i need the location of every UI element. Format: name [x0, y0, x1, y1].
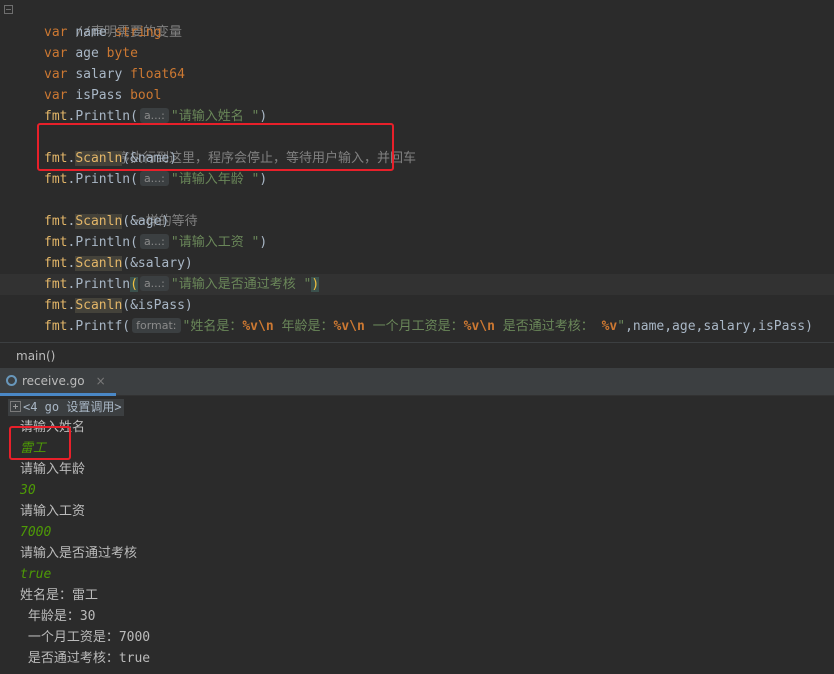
string-literal: " [617, 319, 626, 334]
run-tab[interactable]: receive.go × [0, 368, 116, 396]
keyword: var [44, 46, 68, 61]
code-line[interactable]: fmt.Println(a...: "请输入工资 ") [44, 232, 267, 253]
parameter-hint: a...: [139, 276, 169, 291]
code-editor[interactable]: //声明需要的变量 var name string var age byte v… [0, 0, 834, 342]
format-verb: %v\n [463, 319, 495, 334]
package-name: fmt [44, 277, 68, 292]
package-name: fmt [44, 298, 68, 313]
code-line[interactable]: fmt.Printf(format: "姓名是：%v\n 年龄是：%v\n 一个月… [44, 316, 813, 337]
identifier: name [75, 25, 107, 40]
function-name: Println [75, 277, 131, 292]
string-literal: "请输入是否通过考核 " [170, 277, 312, 292]
keyword: var [44, 88, 68, 103]
highlight-box [9, 426, 71, 460]
code-line-current[interactable]: fmt.Println(a...: "请输入是否通过考核 ") [0, 274, 834, 295]
highlight-box [37, 123, 394, 171]
string-literal: 年龄是： [273, 319, 334, 334]
console-input-line: 7000 [20, 525, 52, 540]
string-literal: 是否通过考核： [494, 319, 602, 334]
run-tab-bar: receive.go × [0, 368, 834, 396]
go-file-icon [6, 375, 17, 386]
package-name: fmt [44, 319, 68, 334]
type-name: string [114, 25, 162, 40]
console-output-line: 是否通过考核：true [20, 651, 151, 666]
code-line[interactable]: //声明需要的变量 [44, 1, 182, 40]
process-command[interactable]: <4 go 设置调用> [8, 399, 124, 416]
string-literal: 一个月工资是： [364, 319, 464, 334]
call-args: (&isPass) [122, 298, 193, 313]
code-line[interactable]: //类似 一样的等待 [44, 190, 197, 229]
console-input-line: 30 [20, 483, 36, 498]
code-line[interactable]: var age byte [44, 43, 138, 64]
code-line[interactable]: fmt.Scanln(&isPass) [44, 295, 193, 316]
parameter-hint: a...: [139, 108, 169, 123]
breadcrumb[interactable]: main() [0, 342, 834, 368]
close-paren: ) [311, 277, 320, 292]
fold-marker-icon[interactable] [4, 5, 13, 14]
run-tab-label: receive.go [22, 373, 85, 388]
function-name: Scanln [75, 256, 123, 271]
function-name: Printf [75, 319, 123, 334]
close-paren: ) [259, 109, 268, 124]
package-name: fmt [44, 235, 68, 250]
package-name: fmt [44, 109, 68, 124]
process-label: <4 go 设置调用> [23, 400, 122, 414]
console-output-line: 姓名是：雷工 [20, 588, 99, 603]
console-input-line: true [20, 567, 52, 582]
console-output-line: 请输入是否通过考核 [20, 546, 138, 561]
identifier: age [75, 46, 99, 61]
code-line[interactable]: var isPass bool [44, 85, 161, 106]
identifier: isPass [75, 88, 123, 103]
paren-match: ( [130, 277, 138, 292]
format-verb: %v\n [333, 319, 365, 334]
code-line[interactable]: var salary float64 [44, 64, 185, 85]
expand-icon[interactable] [10, 401, 21, 412]
format-verb: %v [601, 319, 618, 334]
function-name: Scanln [75, 214, 123, 229]
code-line[interactable]: fmt.Println(a...: "请输入年龄 ") [44, 169, 267, 190]
run-console[interactable]: <4 go 设置调用> 请输入姓名 雷工 请输入年龄 30 请输入工资 7000… [0, 396, 834, 674]
console-output-line: 请输入工资 [20, 504, 86, 519]
close-icon[interactable]: × [96, 367, 106, 395]
call-args: (&salary) [122, 256, 193, 271]
code-line[interactable]: fmt.Scanln(&salary) [44, 253, 193, 274]
parameter-hint: a...: [139, 171, 169, 186]
console-output-line: 一个月工资是：7000 [20, 630, 151, 645]
function-name: Println [75, 109, 131, 124]
format-verb: %v\n [242, 319, 274, 334]
string-literal: "姓名是： [182, 319, 243, 334]
code-line[interactable]: fmt.Scanln(&age) [44, 211, 169, 232]
package-name: fmt [44, 256, 68, 271]
call-args-rest: ,name,age,salary,isPass) [625, 319, 813, 334]
breadcrumb-item[interactable]: main() [16, 349, 55, 363]
close-paren: ) [259, 235, 268, 250]
string-literal: "请输入姓名 " [170, 109, 260, 124]
string-literal: "请输入年龄 " [170, 172, 260, 187]
call-args: (&age) [122, 214, 170, 229]
code-line[interactable]: var name string [44, 22, 161, 43]
type-name: byte [106, 46, 138, 61]
console-output-line: 请输入年龄 [20, 462, 86, 477]
identifier: salary [75, 67, 123, 82]
string-literal: "请输入工资 " [170, 235, 260, 250]
function-name: Scanln [75, 298, 123, 313]
package-name: fmt [44, 214, 68, 229]
close-paren: ) [259, 172, 268, 187]
parameter-hint: a...: [139, 234, 169, 249]
parameter-hint: format: [132, 318, 181, 333]
function-name: Println [75, 235, 131, 250]
keyword: var [44, 67, 68, 82]
keyword: var [44, 25, 68, 40]
function-name: Println [75, 172, 131, 187]
package-name: fmt [44, 172, 68, 187]
type-name: float64 [130, 67, 185, 82]
console-output-line: 年龄是：30 [20, 609, 96, 624]
type-name: bool [130, 88, 162, 103]
